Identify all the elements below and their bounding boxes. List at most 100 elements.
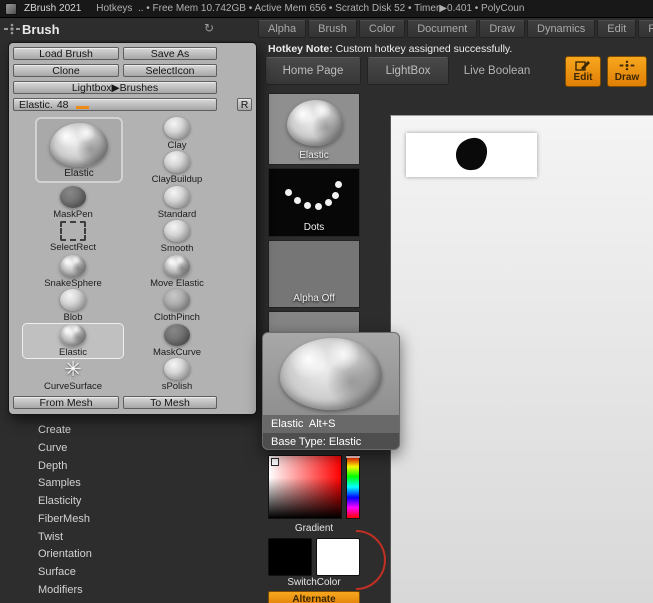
notification-label: Hotkey Note:	[268, 43, 333, 55]
color-picker[interactable]	[268, 455, 360, 519]
brush-item-move-elastic[interactable]: Move Elastic	[127, 255, 227, 289]
brush-item-maskcurve[interactable]: MaskCurve	[127, 324, 227, 358]
brush-item-elastic-selected[interactable]: Elastic	[23, 324, 123, 358]
brush-thumbnail	[164, 324, 190, 346]
brush-item-spolish[interactable]: sPolish	[127, 358, 227, 392]
load-brush-button[interactable]: Load Brush	[13, 47, 119, 60]
tooltip-brush-thumbnail	[280, 338, 382, 410]
sidebar-item-fibermesh[interactable]: FiberMesh	[38, 511, 92, 529]
refresh-icon[interactable]: ↻	[204, 21, 214, 35]
slider-value: 48	[57, 99, 69, 111]
current-stroke-label: Dots	[269, 222, 359, 233]
current-alpha-selector[interactable]: Alpha Off	[268, 240, 360, 308]
star-thumbnail: ✳	[60, 358, 86, 380]
brush-thumbnail	[60, 289, 86, 311]
lightbox-button[interactable]: LightBox	[367, 57, 449, 85]
palette-dock-icon[interactable]	[4, 23, 20, 35]
sidebar-item-modifiers[interactable]: Modifiers	[38, 582, 92, 600]
brush-thumbnail	[60, 186, 86, 208]
brush-item-clay[interactable]: Clay	[127, 117, 227, 151]
brush-item-smooth[interactable]: Smooth	[127, 220, 227, 254]
brush-preview-thumbnail	[287, 100, 343, 146]
tab-brush[interactable]: Brush	[308, 20, 357, 38]
zbrush-window: ZBrush 2021 Hotkeys .. • Free Mem 10.742…	[0, 0, 653, 603]
menu-tabs: Alpha Brush Color Document Draw Dynamics…	[258, 20, 653, 38]
brush-item-elastic-large[interactable]: Elastic	[35, 117, 123, 183]
select-icon-button[interactable]: SelectIcon	[123, 64, 217, 77]
current-brush-label: Elastic	[269, 150, 359, 161]
lightbox-brushes-button[interactable]: Lightbox▶Brushes	[13, 81, 217, 94]
brush-item-claybuildup[interactable]: ClayBuildup	[127, 151, 227, 185]
main-area: Hotkey Note: Custom hotkey assigned succ…	[0, 40, 653, 603]
hue-cursor[interactable]	[346, 456, 360, 458]
live-boolean-button[interactable]: Live Boolean	[455, 57, 539, 85]
canvas[interactable]	[390, 115, 653, 603]
saturation-value-square[interactable]	[268, 455, 342, 519]
current-brush-selector[interactable]: Elastic	[268, 93, 360, 165]
edit-button[interactable]: Edit	[565, 56, 601, 87]
gradient-button[interactable]: Gradient	[268, 523, 360, 534]
tab-fill[interactable]: Fil	[638, 20, 653, 38]
tab-color[interactable]: Color	[359, 20, 405, 38]
tab-edit[interactable]: Edit	[597, 20, 636, 38]
brush-tooltip: Elastic Alt+S Base Type: Elastic	[262, 332, 400, 450]
brush-item-maskpen[interactable]: MaskPen	[23, 186, 123, 220]
sidebar-item-create[interactable]: Create	[38, 422, 92, 440]
brush-thumbnail	[164, 255, 190, 277]
r-button[interactable]: R	[237, 98, 252, 111]
clone-button[interactable]: Clone	[13, 64, 119, 77]
sidebar-item-twist[interactable]: Twist	[38, 529, 92, 547]
switch-color-button[interactable]: SwitchColor	[268, 577, 360, 588]
status-text: Hotkeys .. • Free Mem 10.742GB • Active …	[96, 3, 524, 14]
draw-size-arc-indicator	[352, 528, 400, 592]
sidebar-item-samples[interactable]: Samples	[38, 475, 92, 493]
hue-strip[interactable]	[346, 455, 360, 519]
save-as-button[interactable]: Save As	[123, 47, 217, 60]
menu-bar: Brush ↻ Alpha Brush Color Document Draw …	[0, 18, 653, 40]
brush-size-slider[interactable]: Elastic. 48	[13, 98, 217, 111]
tab-document[interactable]: Document	[407, 20, 477, 38]
dots-stroke-thumbnail	[285, 189, 292, 196]
current-stroke-selector[interactable]: Dots	[268, 168, 360, 237]
slider-position-marker	[76, 106, 89, 109]
tooltip-preview	[263, 333, 399, 415]
brush-thumbnail	[164, 186, 190, 208]
brush-thumbnail	[60, 324, 86, 346]
brush-stroke-blob	[452, 136, 492, 174]
brush-item-curvesurface[interactable]: ✳ CurveSurface	[23, 358, 123, 392]
sidebar-item-surface[interactable]: Surface	[38, 564, 92, 582]
brush-thumbnail	[60, 255, 86, 277]
brush-item-standard[interactable]: Standard	[127, 186, 227, 220]
notification-message: Custom hotkey assigned successfully.	[333, 43, 513, 55]
tab-draw[interactable]: Draw	[479, 20, 525, 38]
app-title: ZBrush 2021	[24, 3, 81, 14]
brush-thumbnail	[50, 123, 108, 167]
main-color-swatch[interactable]	[268, 538, 312, 576]
slider-label: Elastic.	[19, 99, 53, 111]
tab-alpha[interactable]: Alpha	[258, 20, 306, 38]
sidebar-item-elasticity[interactable]: Elasticity	[38, 493, 92, 511]
brush-thumbnail	[164, 220, 190, 242]
sidebar-item-orientation[interactable]: Orientation	[38, 546, 92, 564]
to-mesh-button[interactable]: To Mesh	[123, 396, 217, 409]
tooltip-subtitle: Base Type: Elastic	[263, 433, 399, 450]
brush-item-blob[interactable]: Blob	[23, 289, 123, 323]
draw-button[interactable]: Draw	[607, 56, 647, 87]
brush-item-clothpinch[interactable]: ClothPinch	[127, 289, 227, 323]
brush-thumbnail	[164, 358, 190, 380]
color-cursor[interactable]	[271, 458, 279, 466]
brush-palette-sections: Create Curve Depth Samples Elasticity Fi…	[38, 422, 92, 600]
brush-item-selectrect[interactable]: SelectRect	[23, 220, 123, 253]
from-mesh-button[interactable]: From Mesh	[13, 396, 119, 409]
draw-label: Draw	[615, 72, 639, 83]
alternate-button[interactable]: Alternate	[268, 591, 360, 603]
document-area[interactable]	[406, 133, 537, 177]
tooltip-title: Elastic Alt+S	[263, 415, 399, 433]
home-page-button[interactable]: Home Page	[265, 57, 361, 85]
palette-title: Brush	[22, 22, 60, 37]
sidebar-item-depth[interactable]: Depth	[38, 458, 92, 476]
tab-dynamics[interactable]: Dynamics	[527, 20, 595, 38]
sidebar-item-curve[interactable]: Curve	[38, 440, 92, 458]
edit-icon	[575, 60, 591, 71]
brush-item-snakesphere[interactable]: SnakeSphere	[23, 255, 123, 289]
